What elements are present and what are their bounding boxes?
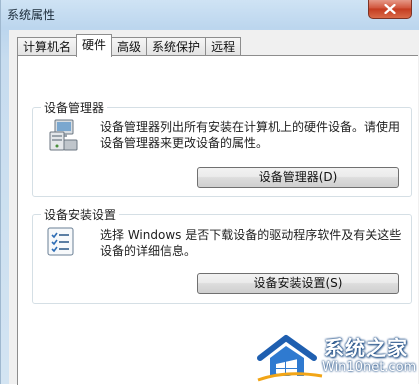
site-watermark: 系统之家 Win10net.com [256, 330, 419, 384]
tab-hardware[interactable]: 硬件 [76, 34, 113, 57]
device-manager-button[interactable]: 设备管理器(D) [197, 167, 399, 188]
window-title: 系统属性 [7, 8, 56, 22]
close-icon [384, 3, 396, 14]
tab-computer-name[interactable]: 计算机名 [17, 37, 78, 56]
tab-system-protection[interactable]: 系统保护 [146, 37, 207, 56]
device-manager-icon [49, 119, 78, 151]
device-installation-button[interactable]: 设备安装设置(S) [197, 273, 399, 294]
window-frame: 系统属性 计算机名 硬件 高级 系统保护 远程 设备管理器 设备管理器列出所有安… [0, 0, 419, 385]
watermark-url: Win10net.com [322, 360, 417, 375]
device-installation-title: 设备安装设置 [41, 206, 120, 223]
title-bar[interactable]: 系统属性 [1, 0, 419, 28]
device-installation-group: 设备安装设置 选择 Windows 是否下载设备的驱动程序软件及有关这些设备的详… [32, 206, 412, 304]
watermark-title: 系统之家 [324, 336, 408, 360]
device-manager-description: 设备管理器列出所有安装在计算机上的硬件设备。请使用设备管理器来更改设备的属性。 [100, 120, 401, 150]
device-installation-description: 选择 Windows 是否下载设备的驱动程序软件及有关这些设备的详细信息。 [100, 228, 402, 258]
close-button[interactable] [368, 0, 412, 19]
device-manager-title: 设备管理器 [41, 99, 108, 116]
device-manager-group: 设备管理器 设备管理器列出所有安装在计算机上的硬件设备。请使用设备管理器来更改设… [32, 99, 412, 197]
checklist-icon [47, 227, 74, 256]
house-logo-icon [257, 335, 323, 382]
tab-strip: 计算机名 硬件 高级 系统保护 远程 [17, 34, 242, 57]
tab-advanced[interactable]: 高级 [111, 37, 148, 56]
tab-remote[interactable]: 远程 [205, 37, 242, 56]
